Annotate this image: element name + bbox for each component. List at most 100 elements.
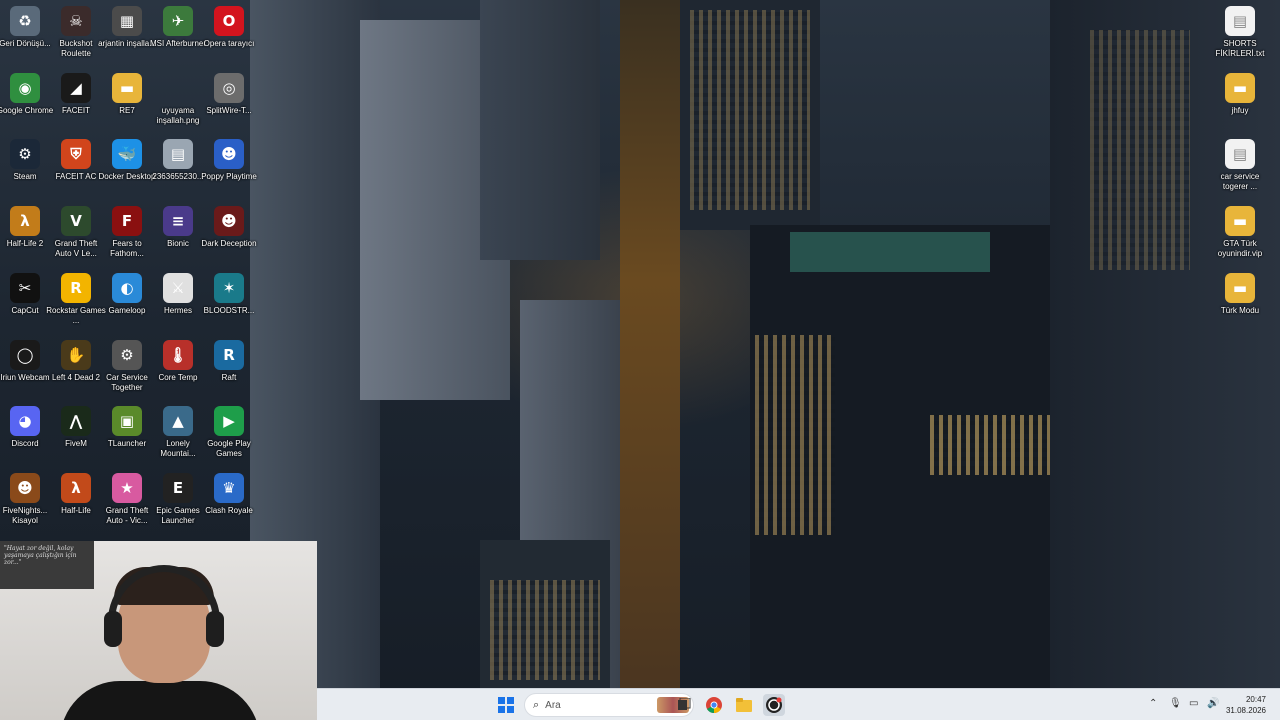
poppy-playtime-icon: ☻	[214, 139, 244, 170]
docker-icon: 🐳	[112, 139, 142, 170]
taskbar-clock[interactable]: 20:47 31.08.2026	[1226, 694, 1266, 716]
desktop-icon-label: Dark Deception	[201, 239, 257, 249]
desktop-icon-msi[interactable]: ✈ MSI Afterburner	[150, 2, 206, 66]
image-file-icon	[163, 73, 193, 103]
desktop-icon-hl[interactable]: λ Half-Life	[50, 469, 102, 533]
rockstar-icon: R	[61, 272, 91, 303]
half-life-2-icon: λ	[10, 206, 40, 237]
microphone-icon[interactable]: 🎙	[1169, 698, 1182, 709]
desktop-icon-hermes[interactable]: ⚔ Hermes	[152, 269, 204, 333]
desktop-icon-coretemp[interactable]: 🌡 Core Temp	[152, 336, 204, 400]
headphone-ear-right	[206, 611, 224, 647]
desktop-icon-tlauncher[interactable]: ▣ TLauncher	[101, 402, 153, 466]
desktop-icon-clash[interactable]: ♛ Clash Royale	[203, 469, 255, 533]
person-shirt	[60, 681, 260, 720]
gameloop-icon: ◐	[112, 272, 142, 303]
desktop-icon-label: car service togerer ...	[1220, 172, 1260, 192]
desktop-icon-docker[interactable]: 🐳 Docker Desktop	[99, 135, 155, 199]
desktop-icon-poppy[interactable]: ☻ Poppy Playtime	[201, 135, 257, 199]
desktop-icon-num[interactable]: ▤ 2363655230...	[152, 135, 204, 199]
recycle-bin-icon: ♻	[10, 6, 40, 36]
splitwire-icon: ◎	[214, 72, 244, 103]
taskbar-search[interactable]: ⌕ Ara	[524, 693, 694, 717]
desktop-icon-l4d2[interactable]: ✋ Left 4 Dead 2	[50, 336, 102, 400]
network-icon[interactable]: ▭	[1189, 698, 1198, 709]
task-view-button[interactable]	[673, 694, 695, 716]
desktop-icon-lonely[interactable]: ▲ Lonely Mountai...	[152, 402, 204, 466]
desktop-icon-re7[interactable]: ▬ RE7	[101, 69, 153, 133]
search-icon: ⌕	[533, 698, 540, 711]
lit-windows	[755, 335, 835, 535]
desktop-icon-shorts[interactable]: ▤ SHORTS FİKİRLERİ.txt	[1214, 2, 1266, 66]
desktop-icon-label: Google Play Games	[207, 439, 251, 459]
desktop-icon-carservicetxt[interactable]: ▤ car service togerer ...	[1214, 135, 1266, 199]
desktop-icon-gameloop[interactable]: ◐ Gameloop	[101, 269, 153, 333]
desktop-icon-dark[interactable]: ☻ Dark Deception	[201, 202, 257, 266]
wall-poster: "Hayat zor değil, kolay yaşamaya çalıştı…	[0, 541, 94, 589]
image-file-icon: ▤	[163, 139, 193, 170]
desktop-icon-buckshot[interactable]: ☠ Buckshot Roulette	[50, 2, 102, 66]
start-button[interactable]	[495, 694, 517, 716]
desktop-icon-f2f[interactable]: F Fears to Fathom...	[101, 202, 153, 266]
dark-deception-icon: ☻	[214, 206, 244, 237]
capcut-icon: ✂	[10, 272, 40, 303]
bloodstrike-icon: ✶	[214, 272, 244, 303]
desktop-icon-gtavc[interactable]: ★ Grand Theft Auto - Vic...	[101, 469, 153, 533]
desktop-icon-discord[interactable]: ◕ Discord	[0, 402, 51, 466]
desktop-icon-raft[interactable]: R Raft	[203, 336, 255, 400]
steam-icon: ⚙	[10, 139, 40, 170]
desktop-icon-capcut[interactable]: ✂ CapCut	[0, 269, 51, 333]
desktop-icon-rockstar[interactable]: R Rockstar Games ...	[46, 269, 106, 333]
desktop-icon-splitwire[interactable]: ◎ SplitWire-T...	[203, 69, 255, 133]
taskbar: ⌕ Ara ⌃ 🎙 ▭ 🔊 20:47 31.08.2026	[317, 688, 1280, 720]
msi-afterburner-icon: ✈	[163, 6, 193, 36]
desktop-icon-label: Opera tarayıcı	[203, 39, 255, 48]
taskbar-obs[interactable]	[763, 694, 785, 716]
desktop-icon-gtaturk[interactable]: ▬ GTA Türk oyunindir.vip	[1214, 202, 1266, 266]
lit-windows	[690, 10, 810, 210]
desktop-icon-faceit[interactable]: ◢ FACEIT	[50, 69, 102, 133]
desktop-icon-fivem[interactable]: ⋀ FiveM	[50, 402, 102, 466]
bionic-icon: ≡	[163, 206, 193, 237]
desktop-icon-label: Poppy Playtime	[201, 172, 257, 182]
fivem-icon: ⋀	[61, 406, 91, 437]
discord-icon: ◕	[10, 406, 40, 437]
desktop-icon-blood[interactable]: ✶ BLOODSTR...	[203, 269, 255, 333]
desktop-icon-steam[interactable]: ⚙ Steam	[0, 135, 51, 199]
desktop-icon-uyuyama[interactable]: uyuyama inşallah.png	[152, 69, 204, 133]
desktop-icon-fnaf[interactable]: ☻ FiveNights... Kisayol	[0, 469, 51, 533]
tray-overflow-icon[interactable]: ⌃	[1149, 698, 1157, 709]
volume-icon[interactable]: 🔊	[1207, 698, 1219, 709]
faceit-ac-icon: ⛨	[61, 139, 91, 170]
desktop-icon-label: Türk Modu	[1220, 305, 1260, 315]
street	[620, 0, 680, 700]
opera-icon: O	[214, 6, 244, 36]
desktop-icon-chrome[interactable]: ◉ Google Chrome	[0, 69, 53, 133]
lonely-mountains-icon: ▲	[163, 406, 193, 437]
lit-windows	[1090, 30, 1190, 270]
desktop-icon-iriun[interactable]: ◯ Iriun Webcam	[0, 336, 51, 400]
desktop-icon-carservice[interactable]: ⚙ Car Service Together	[101, 336, 153, 400]
desktop-icon-turkmodu[interactable]: ▬ Türk Modu	[1214, 269, 1266, 333]
desktop-icon-arjantin[interactable]: ▦ arjantin inşalla...	[98, 2, 156, 66]
desktop-icon-bionic[interactable]: ≡ Bionic	[152, 202, 204, 266]
obs-icon	[766, 697, 782, 713]
search-placeholder: Ara	[545, 699, 561, 711]
taskbar-file-explorer[interactable]	[733, 694, 755, 716]
desktop-icon-faceitac[interactable]: ⛨ FACEIT AC	[50, 135, 102, 199]
car-service-icon: ⚙	[112, 339, 142, 370]
lit-windows	[930, 415, 1060, 475]
desktop-icon-hl2[interactable]: λ Half-Life 2	[0, 202, 51, 266]
folder-icon: ▬	[1225, 272, 1255, 303]
desktop-icon-recycle[interactable]: ♻ Geri Dönüşü...	[0, 2, 51, 66]
desktop-icon-jhfuy[interactable]: ▬ jhfuy	[1214, 69, 1266, 133]
taskbar-chrome[interactable]	[703, 694, 725, 716]
desktop-icon-opera[interactable]: O Opera tarayıcı	[203, 2, 255, 66]
desktop-icon-epic[interactable]: E Epic Games Launcher	[152, 469, 204, 533]
desktop-icon-gta5[interactable]: V Grand Theft Auto V Le...	[50, 202, 102, 266]
desktop-icon-label: Raft	[221, 372, 237, 382]
headphone-ear-left	[104, 611, 122, 647]
desktop-icon-gpg[interactable]: ▶ Google Play Games	[203, 402, 255, 466]
left-4-dead-2-icon: ✋	[61, 339, 91, 370]
tlauncher-icon: ▣	[112, 406, 142, 437]
